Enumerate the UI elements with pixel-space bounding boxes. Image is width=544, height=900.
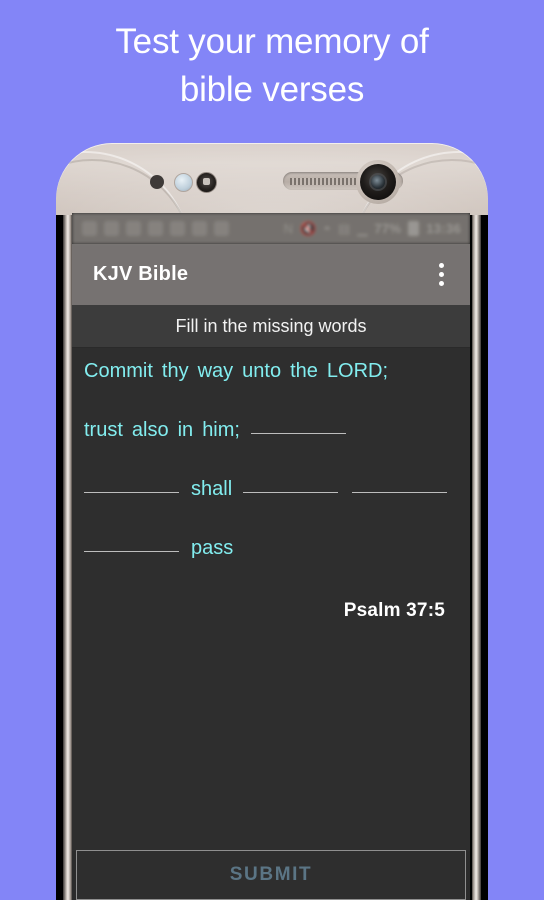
app-title: KJV Bible — [93, 263, 189, 285]
notification-icon-5 — [170, 221, 185, 236]
verse-word: shall — [191, 478, 233, 500]
front-camera-icon — [360, 164, 396, 200]
phone-right-rail — [472, 213, 481, 900]
no-sim-icon: ▤ — [338, 221, 351, 236]
battery-percent-label: 77% — [374, 221, 402, 236]
notification-icon-4 — [148, 221, 163, 236]
answer-blank[interactable] — [84, 551, 179, 552]
proximity-sensor-icon — [150, 175, 164, 189]
overflow-menu-icon[interactable] — [430, 262, 452, 288]
answer-blank[interactable] — [352, 492, 448, 493]
verse-word: in — [177, 419, 194, 441]
verse-word: unto — [242, 360, 282, 382]
signal-icon: ▁ — [357, 221, 368, 236]
verse-word: trust — [84, 419, 123, 441]
phone-top-bezel — [56, 143, 488, 215]
verse-word: thy — [161, 360, 189, 382]
bezel-shadow-arc-left — [56, 159, 194, 215]
wifi-icon: ◓ — [323, 221, 332, 236]
answer-blank[interactable] — [243, 492, 339, 493]
phone-screen: N 🔇 ◓ ▤ ▁ 77% 13:36 KJV Bible Fill in th… — [72, 213, 470, 900]
instruction-bar: Fill in the missing words — [72, 305, 470, 348]
answer-blank[interactable] — [84, 492, 179, 493]
phone-mockup: N 🔇 ◓ ▤ ▁ 77% 13:36 KJV Bible Fill in th… — [56, 143, 488, 900]
verse-reference: Psalm 37:5 — [343, 600, 445, 621]
notification-icon-3 — [126, 221, 141, 236]
instruction-label: Fill in the missing words — [175, 315, 367, 336]
infrared-sensor-icon — [196, 172, 217, 193]
verse-line: shall — [84, 478, 458, 501]
verse-line: trust also in him; — [84, 419, 458, 442]
front-camera-ring — [356, 160, 400, 204]
verse-word: Commit — [84, 360, 153, 382]
notification-icon-2 — [104, 221, 119, 236]
quiz-content: Commit thy way unto the LORD; trust also in him; s… — [72, 348, 470, 851]
status-bar: N 🔇 ◓ ▤ ▁ 77% 13:36 — [72, 213, 470, 244]
light-sensor-icon — [174, 173, 193, 192]
promo-headline: Test your memory of bible verses — [0, 18, 544, 114]
app-bar: KJV Bible — [72, 244, 470, 305]
verse-word: him; — [202, 419, 240, 441]
nfc-icon: N — [283, 221, 293, 236]
verse-word: LORD; — [326, 360, 389, 382]
clock-label: 13:36 — [426, 221, 461, 236]
notification-icon-1 — [82, 221, 97, 236]
verse-word: also — [131, 419, 169, 441]
headline-line-1: Test your memory of — [115, 22, 429, 61]
battery-icon — [408, 221, 420, 236]
notification-icon-7 — [214, 221, 229, 236]
mute-icon: 🔇 — [299, 221, 317, 236]
answer-blank[interactable] — [250, 433, 346, 434]
submit-button[interactable]: SUBMIT — [76, 850, 466, 900]
headline-line-2: bible verses — [179, 70, 365, 109]
verse-line: Commit thy way unto the LORD; — [84, 360, 458, 383]
verse-line: pass — [84, 537, 458, 560]
status-bar-right-icons: N 🔇 ◓ ▤ ▁ 77% 13:36 — [284, 221, 470, 236]
verse-word: way — [197, 360, 234, 382]
status-bar-left-icons — [72, 221, 229, 236]
notification-icon-6 — [192, 221, 207, 236]
phone-left-rail — [63, 213, 72, 900]
verse-word: the — [290, 360, 318, 382]
verse-word: pass — [191, 537, 234, 559]
submit-button-label: SUBMIT — [229, 864, 313, 885]
